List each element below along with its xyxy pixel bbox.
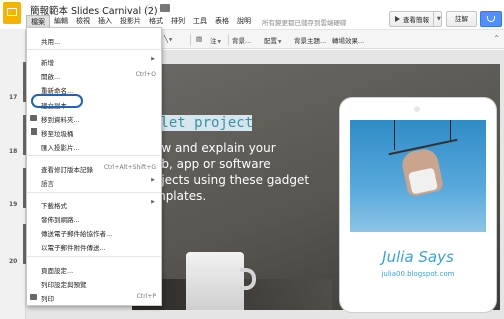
menu-item-email-collaborators[interactable]: 傳送電子郵件給協作者... bbox=[27, 226, 161, 238]
kite-line bbox=[450, 120, 451, 142]
menu-insert[interactable]: 插入 bbox=[94, 15, 116, 27]
menu-item-print-preview[interactable]: 列印設定與預覽 bbox=[27, 277, 161, 289]
line-tool-icon[interactable]: ╲▼ bbox=[164, 35, 172, 43]
slide-number: 17 bbox=[9, 94, 18, 101]
menu-tools[interactable]: 工具 bbox=[189, 15, 211, 27]
kitesurfer-photo bbox=[350, 120, 486, 232]
submenu-arrow-icon: ▶ bbox=[151, 177, 155, 183]
menu-item-new[interactable]: 新增 ▶ bbox=[27, 55, 161, 67]
slide-title[interactable]: blet project bbox=[152, 115, 253, 131]
menu-item-page-setup[interactable]: 頁面設定... bbox=[27, 263, 161, 275]
present-button[interactable]: 查看簡報 ▼ bbox=[389, 11, 442, 27]
menu-item-language[interactable]: 語言 ▶ bbox=[27, 176, 161, 188]
slide-number: 19 bbox=[9, 201, 18, 208]
toolbar-background-button[interactable]: 背景... bbox=[232, 35, 251, 45]
collapse-toolbar-icon[interactable]: ⌃ bbox=[493, 34, 500, 43]
menu-item-print[interactable]: 列印 Ctrl+P bbox=[27, 291, 161, 303]
menu-item-open[interactable]: 開啟... Ctrl+O bbox=[27, 69, 161, 81]
print-icon bbox=[30, 294, 37, 300]
slide-body-text[interactable]: ow and explain your eb, app or software … bbox=[154, 140, 344, 204]
share-button[interactable] bbox=[480, 11, 502, 27]
star-icon[interactable]: ☆ bbox=[145, 2, 154, 13]
menu-item-move-to-folder[interactable]: 移到資料夾... bbox=[27, 112, 161, 124]
menu-item-revision-history[interactable]: 查看修訂版本記錄 Ctrl+Alt+Shift+G bbox=[27, 162, 161, 174]
tablet-camera bbox=[414, 106, 420, 112]
coffee-cup-image bbox=[186, 252, 244, 310]
body-line: ow and explain your bbox=[154, 141, 276, 155]
menu-item-email-as-attachment[interactable]: 以電子郵件附件傳送... bbox=[27, 240, 161, 252]
body-line: mplates. bbox=[154, 189, 207, 203]
body-line: ojects using these gadget bbox=[154, 173, 310, 187]
toolbar-divider bbox=[228, 34, 229, 46]
menu-divider bbox=[27, 155, 161, 156]
menu-bar: 檔案 編輯 檢視 插入 投影片 格式 排列 工具 表格 說明 bbox=[26, 15, 255, 27]
present-label: 查看簡報 bbox=[403, 16, 429, 24]
menu-item-share[interactable]: 共用... bbox=[27, 34, 161, 46]
slide-number: 18 bbox=[9, 148, 18, 155]
slide-number: 20 bbox=[9, 258, 18, 265]
menu-table[interactable]: 表格 bbox=[211, 15, 233, 27]
menu-divider bbox=[27, 49, 161, 50]
menu-help[interactable]: 說明 bbox=[233, 15, 255, 27]
toolbar-theme-button[interactable]: 背景主題... bbox=[294, 35, 326, 45]
present-divider bbox=[433, 12, 434, 26]
menu-slide[interactable]: 投影片 bbox=[116, 15, 145, 27]
toolbar-layout-button[interactable]: 配置▼ bbox=[264, 35, 281, 45]
folder-icon bbox=[30, 115, 37, 121]
body-line: eb, app or software bbox=[154, 157, 271, 171]
play-icon bbox=[395, 16, 400, 22]
menu-edit[interactable]: 編輯 bbox=[50, 15, 72, 27]
menu-item-download-as[interactable]: 下載格式 ▶ bbox=[27, 198, 161, 210]
submenu-arrow-icon: ▶ bbox=[151, 199, 155, 205]
save-status: 所有變更都已儲存到雲端硬碟 bbox=[262, 19, 347, 27]
toolbar-note-button[interactable]: 注▼ bbox=[210, 35, 221, 45]
kite-line bbox=[394, 120, 395, 150]
menu-file[interactable]: 檔案 bbox=[26, 15, 50, 27]
toolbar: ╲▼ ▤ 注▼ 背景... 配置▼ 背景主題... 轉場效果... ⌃ bbox=[160, 29, 504, 49]
menu-format[interactable]: 格式 bbox=[145, 15, 167, 27]
tablet-mockup-image[interactable]: Julia Says julia00.blogspot.com bbox=[340, 98, 496, 312]
trash-icon bbox=[31, 128, 37, 135]
file-menu-dropdown: 共用... 新增 ▶ 開啟... Ctrl+O 重新命名... 建立副本... 移到… bbox=[26, 27, 162, 306]
tablet-screen: Julia Says julia00.blogspot.com bbox=[350, 120, 486, 308]
comment-tool-icon[interactable]: ▤ bbox=[196, 35, 202, 43]
chevron-down-icon[interactable]: ▼ bbox=[437, 16, 441, 22]
tablet-blog-url: julia00.blogspot.com bbox=[381, 270, 455, 278]
submenu-arrow-icon: ▶ bbox=[151, 56, 155, 62]
menu-arrange[interactable]: 排列 bbox=[167, 15, 189, 27]
menu-divider bbox=[27, 192, 161, 193]
toolbar-divider bbox=[190, 34, 191, 46]
comments-button[interactable]: 註解 bbox=[446, 11, 477, 27]
share-icon bbox=[487, 16, 495, 22]
menu-view[interactable]: 檢視 bbox=[72, 15, 94, 27]
menu-item-import-slides[interactable]: 匯入投影片... bbox=[27, 140, 161, 152]
menu-item-publish-to-web[interactable]: 發佈到網路... bbox=[27, 212, 161, 224]
slides-app-icon[interactable] bbox=[3, 2, 21, 24]
menu-item-move-to-trash[interactable]: 移至垃圾桶 bbox=[27, 126, 161, 138]
tablet-heading: Julia Says bbox=[382, 248, 454, 266]
menu-divider bbox=[27, 256, 161, 257]
folder-icon[interactable] bbox=[160, 4, 170, 12]
toolbar-transition-button[interactable]: 轉場效果... bbox=[332, 35, 364, 45]
make-copy-highlight-ring bbox=[31, 94, 83, 108]
